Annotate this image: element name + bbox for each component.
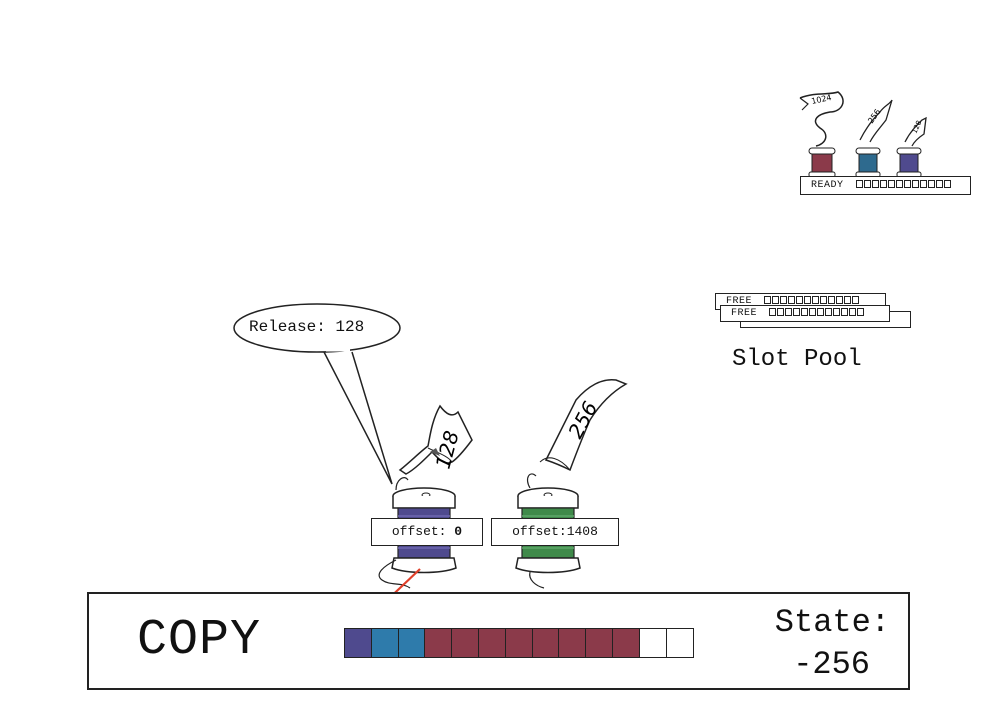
memory-cell <box>371 629 399 657</box>
state-value: -256 <box>793 646 870 683</box>
ready-queue-bar: READY <box>800 176 971 195</box>
offset-label: offset: <box>512 524 567 539</box>
state-label: State: <box>774 604 890 641</box>
ready-spool-1024: 1024 <box>799 91 844 178</box>
memory-cell <box>532 629 560 657</box>
memory-cell <box>559 629 587 657</box>
memory-cell <box>586 629 613 657</box>
spool-256: 256 <box>515 378 628 589</box>
slot-boxes-2 <box>769 306 865 321</box>
memory-cell <box>505 629 533 657</box>
ready-label: READY <box>811 180 844 191</box>
memory-cell <box>345 629 372 657</box>
offset-label: offset: <box>391 524 447 539</box>
status-panel: COPY State: -256 <box>87 592 910 690</box>
offset-box-128: offset: 0 <box>371 518 483 546</box>
memory-cell <box>612 629 640 657</box>
memory-cell <box>639 629 667 657</box>
offset-box-256: offset:1408 <box>491 518 619 546</box>
ready-slot-boxes <box>855 177 952 194</box>
ready-spool-256: 256 <box>855 99 893 178</box>
memory-cell <box>398 629 426 657</box>
memory-cell <box>478 629 506 657</box>
mode-label: COPY <box>137 612 262 669</box>
slot-pool-title: Slot Pool <box>732 346 862 373</box>
spool-128: 128 <box>378 404 473 589</box>
memory-cell <box>452 629 479 657</box>
slot-pool-card-front: FREE <box>720 305 890 322</box>
speech-text: Release: 128 <box>249 318 365 336</box>
slot-pool-label-2: FREE <box>731 308 758 319</box>
ready-spool-128: 128 <box>896 116 927 178</box>
offset-value: 1408 <box>566 524 598 539</box>
memory-bar <box>344 628 695 658</box>
offset-value: 0 <box>454 524 463 539</box>
memory-cell <box>666 629 694 657</box>
memory-cell <box>425 629 453 657</box>
